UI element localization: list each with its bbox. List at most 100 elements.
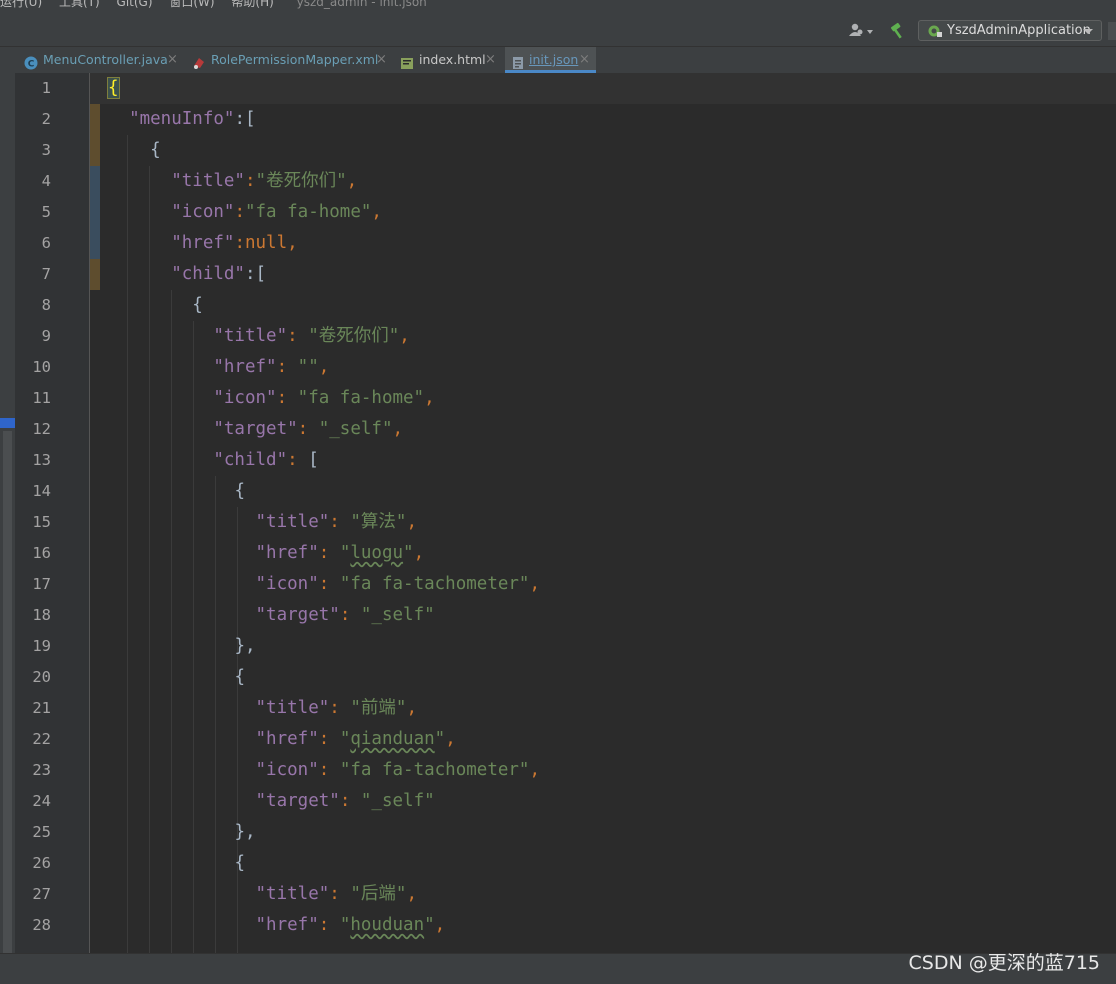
left-tool-strip (0, 73, 15, 953)
menu-bar: 运行(U) 工具(T) Git(G) 窗口(W) 帮助(H) yszd_admi… (0, 0, 1116, 16)
code-line: "title": "卷死你们", (213, 326, 410, 346)
watermark-text: CSDN @更深的蓝715 (908, 952, 1100, 974)
tab-menucontroller-java[interactable]: C MenuController.java × (24, 47, 184, 73)
code-line: "icon":"fa fa-home", (171, 202, 382, 222)
line-number: 3 (41, 141, 51, 159)
line-number: 18 (32, 606, 51, 624)
code-line: "icon": "fa fa-tachometer", (255, 760, 541, 780)
line-number: 11 (32, 389, 51, 407)
spelling-warning: qianduan (350, 729, 435, 749)
line-number: 27 (32, 885, 51, 903)
tab-label: init.json (529, 52, 579, 67)
vcs-change-marker[interactable] (90, 259, 100, 290)
code-line: "href":null, (171, 233, 298, 253)
code-line: "target": "_self" (255, 791, 435, 811)
line-number: 5 (41, 203, 51, 221)
code-line: "menuInfo":[ (129, 109, 256, 129)
code-line: "title":"卷死你们", (171, 171, 358, 191)
menu-tools[interactable]: 工具(T) (59, 0, 100, 8)
line-number: 20 (32, 668, 51, 686)
build-hammer-icon[interactable] (889, 22, 907, 40)
tab-init-json[interactable]: init.json × (505, 47, 596, 73)
code-line: "title": "算法", (255, 512, 417, 532)
code-line: "href": "", (213, 357, 330, 377)
menu-help[interactable]: 帮助(H) (231, 0, 273, 8)
code-line: "target": "_self", (213, 419, 404, 439)
tab-label: RolePermissionMapper.xml (211, 52, 379, 67)
close-icon[interactable]: × (376, 47, 387, 72)
line-number: 13 (32, 451, 51, 469)
line-number: 24 (32, 792, 51, 810)
line-number: 19 (32, 637, 51, 655)
menu-window[interactable]: 窗口(W) (169, 0, 214, 8)
close-icon[interactable]: × (485, 47, 496, 72)
line-number: 4 (41, 172, 51, 190)
code-line: "href": "qianduan", (255, 729, 456, 749)
spring-boot-icon (927, 24, 943, 38)
line-number: 25 (32, 823, 51, 841)
svg-text:C: C (28, 60, 35, 70)
tab-rolepermissionmapper-xml[interactable]: RolePermissionMapper.xml × (192, 47, 392, 73)
line-number: 21 (32, 699, 51, 717)
vcs-change-marker[interactable] (90, 166, 100, 259)
line-number: 12 (32, 420, 51, 438)
chevron-down-icon (1083, 29, 1093, 34)
code-line: { (234, 481, 245, 501)
code-line: }, (234, 636, 256, 656)
line-number: 7 (41, 265, 51, 283)
close-icon[interactable]: × (167, 47, 178, 72)
code-content: { "menuInfo":[ { "title":"卷死你们", "icon":… (107, 73, 1108, 941)
java-class-icon: C (24, 53, 38, 70)
code-line: "target": "_self" (255, 605, 435, 625)
code-line: "icon": "fa fa-home", (213, 388, 435, 408)
code-line: "child": [ (213, 450, 319, 470)
line-number: 16 (32, 544, 51, 562)
tab-label: MenuController.java (43, 52, 168, 67)
code-line: "child":[ (171, 264, 267, 284)
line-number: 26 (32, 854, 51, 872)
tool-window-marker[interactable] (0, 418, 15, 428)
xml-mapper-icon (192, 53, 206, 69)
code-line: "title": "前端", (255, 698, 417, 718)
line-number: 22 (32, 730, 51, 748)
main-toolbar: YszdAdminApplication (0, 16, 1116, 47)
editor-tab-bar: C MenuController.java × RolePermissionMa… (0, 47, 1116, 74)
menu-run[interactable]: 运行(U) (0, 0, 42, 8)
code-line: { (234, 667, 245, 687)
code-line: { (150, 140, 161, 160)
close-icon[interactable]: × (579, 47, 590, 72)
line-number: 2 (41, 110, 51, 128)
spelling-warning: luogu (350, 543, 404, 563)
window-title: yszd_admin - init.json (296, 0, 427, 9)
run-configuration-label: YszdAdminApplication (947, 23, 1091, 38)
matched-brace: { (107, 77, 120, 99)
code-line: }, (234, 822, 256, 842)
tool-window-scrollbar[interactable] (3, 431, 12, 953)
code-line: "title": "后端", (255, 884, 417, 904)
code-line: "href": "luogu", (255, 543, 425, 563)
line-number: 17 (32, 575, 51, 593)
line-number: 10 (32, 358, 51, 376)
line-number: 28 (32, 916, 51, 934)
toolbar-overflow[interactable] (1108, 22, 1116, 40)
line-number: 6 (41, 234, 51, 252)
line-number: 8 (41, 296, 51, 314)
tab-index-html[interactable]: index.html × (400, 47, 500, 73)
line-number: 1 (41, 79, 51, 97)
user-account-icon[interactable] (848, 22, 876, 40)
line-number: 9 (41, 327, 51, 345)
code-line: { (107, 73, 1108, 104)
menu-git[interactable]: Git(G) (117, 0, 153, 8)
line-number: 23 (32, 761, 51, 779)
run-configuration-select[interactable]: YszdAdminApplication (918, 20, 1102, 41)
html-file-icon (400, 53, 414, 69)
line-number: 14 (32, 482, 51, 500)
vcs-change-marker[interactable] (90, 104, 100, 166)
code-line: "icon": "fa fa-tachometer", (255, 574, 541, 594)
code-line: { (192, 295, 203, 315)
code-line: { (234, 853, 245, 873)
spelling-warning: houduan (350, 915, 425, 935)
code-line: "href": "houduan", (255, 915, 446, 935)
json-file-icon (511, 53, 525, 69)
line-number: 15 (32, 513, 51, 531)
